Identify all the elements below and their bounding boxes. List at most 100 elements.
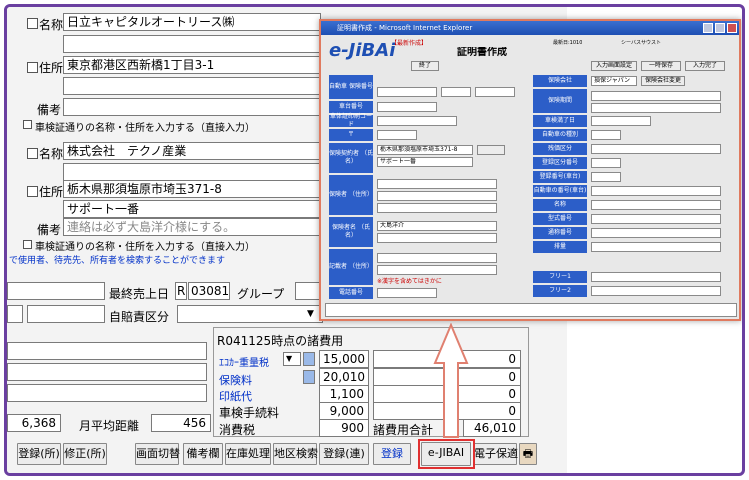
insurance-class-select[interactable] bbox=[177, 305, 323, 323]
checkbox-direct-input-1[interactable] bbox=[23, 120, 32, 129]
register-linked-button[interactable]: 登録(連) bbox=[319, 443, 369, 465]
o-insurer-field[interactable]: 損保ジャパン bbox=[591, 76, 637, 86]
fees-total-value[interactable]: 46,010 bbox=[463, 419, 521, 437]
o-period-2[interactable] bbox=[591, 103, 721, 113]
input-settings-button[interactable]: 入力画面設定 bbox=[591, 61, 637, 71]
owner-name-field[interactable]: 日立キャピタルオートリース㈱ bbox=[63, 13, 321, 31]
checkbox-owner-address[interactable] bbox=[27, 62, 38, 73]
o-bottom-field[interactable] bbox=[325, 303, 737, 317]
o-displacement[interactable] bbox=[591, 242, 721, 252]
o-field-3[interactable] bbox=[475, 87, 515, 97]
owner-note-field[interactable] bbox=[63, 98, 321, 116]
last-sale-date[interactable]: 030816 bbox=[188, 282, 230, 300]
left-field-5[interactable] bbox=[7, 363, 207, 381]
user-name-field-2[interactable] bbox=[63, 163, 321, 181]
checkbox-direct-input-2[interactable] bbox=[23, 240, 32, 249]
owner-address-field-2[interactable] bbox=[63, 77, 321, 95]
input-done-button[interactable]: 入力完了 bbox=[685, 61, 725, 71]
left-field-6[interactable] bbox=[7, 384, 207, 402]
o-regclass[interactable] bbox=[591, 158, 621, 168]
o-field-bldg[interactable]: サポート一番 bbox=[377, 157, 473, 167]
grid-icon-2[interactable] bbox=[303, 370, 315, 384]
close-icon[interactable] bbox=[727, 23, 737, 33]
fee-value-0[interactable]: 15,000 bbox=[319, 350, 369, 368]
fee-dropdown[interactable]: ▼ bbox=[283, 352, 301, 366]
register-owner-button[interactable]: 登録(所) bbox=[17, 443, 61, 465]
o-period-1[interactable] bbox=[591, 91, 721, 101]
fee-value-4[interactable]: 900 bbox=[319, 419, 369, 437]
owner-address-field[interactable]: 東京都港区西新橋1丁目3-1 bbox=[63, 56, 321, 74]
left-field-3[interactable] bbox=[27, 305, 105, 323]
o-name[interactable] bbox=[591, 200, 721, 210]
area-search-button[interactable]: 地区検索 bbox=[273, 443, 318, 465]
o-free2[interactable] bbox=[591, 286, 721, 296]
label-postal: 〒 bbox=[329, 129, 373, 141]
user-name-field[interactable]: 株式会社 テクノ産業 bbox=[63, 142, 321, 160]
o-field-phone[interactable] bbox=[377, 288, 437, 298]
fee-value-3[interactable]: 9,000 bbox=[319, 402, 369, 420]
label-insurance-no: 自動車 保険番号 bbox=[329, 75, 373, 99]
fee-label-3: 車検手続料 bbox=[219, 406, 280, 420]
insurer-change-button[interactable]: 保険会社変更 bbox=[641, 76, 685, 86]
temp-save-button[interactable]: 一時保存 bbox=[641, 61, 681, 71]
inventory-button[interactable]: 在庫処理 bbox=[225, 443, 271, 465]
printer-icon[interactable]: 🖶 bbox=[519, 443, 537, 465]
left-field-2[interactable] bbox=[7, 305, 23, 323]
o-field-10[interactable] bbox=[377, 265, 497, 275]
o-field-person[interactable]: 大島洋介 bbox=[377, 221, 497, 231]
user-address-field[interactable]: 栃木県那須塩原市埼玉371-8 bbox=[63, 180, 321, 198]
o-field-1[interactable] bbox=[377, 87, 437, 97]
fee-label-1: 保険料 bbox=[219, 374, 252, 387]
o-field-chassis[interactable] bbox=[377, 102, 437, 112]
checkbox-owner[interactable] bbox=[27, 18, 38, 29]
insurance-class-label: 自賠責区分 bbox=[109, 310, 170, 324]
o-field-5[interactable] bbox=[377, 179, 497, 189]
owner-name-field-2[interactable] bbox=[63, 35, 321, 53]
left-number-field[interactable]: 6,368 bbox=[7, 414, 61, 432]
o-field-8[interactable] bbox=[377, 233, 497, 243]
address-search-button[interactable] bbox=[477, 145, 505, 155]
o-field-postal[interactable] bbox=[377, 130, 417, 140]
left-field-1[interactable] bbox=[7, 282, 105, 300]
checkbox-user[interactable] bbox=[27, 148, 38, 159]
switch-screen-button[interactable]: 画面切替 bbox=[135, 443, 180, 465]
fee-value-2[interactable]: 1,100 bbox=[319, 385, 369, 403]
checkbox-user-address[interactable] bbox=[27, 186, 38, 197]
end-button[interactable]: 終了 bbox=[411, 61, 439, 71]
notes-button[interactable]: 備考欄 bbox=[183, 443, 223, 465]
o-free1[interactable] bbox=[591, 272, 721, 282]
monthly-distance-field[interactable]: 456 bbox=[151, 414, 211, 432]
o-regno[interactable] bbox=[591, 172, 621, 182]
label-expiry: 車検満了日 bbox=[533, 115, 587, 127]
left-field-4[interactable] bbox=[7, 342, 207, 360]
minimize-icon[interactable] bbox=[703, 23, 713, 33]
chevron-down-icon[interactable]: ▼ bbox=[307, 309, 314, 319]
o-field-9[interactable] bbox=[377, 253, 497, 263]
user-address-field-2[interactable]: サポート一番 bbox=[63, 200, 321, 218]
edit-owner-button[interactable]: 修正(所) bbox=[63, 443, 107, 465]
o-type[interactable] bbox=[591, 130, 621, 140]
fees-title: R041125時点の諸費用 bbox=[217, 334, 344, 348]
o-field-7[interactable] bbox=[377, 203, 497, 213]
fee-value-1[interactable]: 20,010 bbox=[319, 368, 369, 386]
o-residual[interactable] bbox=[591, 144, 721, 154]
electronic-insurance-button[interactable]: 電子保適 bbox=[473, 443, 518, 465]
maximize-icon[interactable] bbox=[715, 23, 725, 33]
ejibai-window: 証明書作成 - Microsoft Internet Explorer e-Ji… bbox=[319, 19, 741, 321]
o-field-address[interactable]: 栃木県那須塩原市埼玉371-8 bbox=[377, 145, 473, 155]
group-label: グループ bbox=[237, 287, 285, 301]
register-button[interactable]: 登録 bbox=[373, 443, 411, 465]
label-free1: フリー1 bbox=[533, 271, 587, 283]
o-carno[interactable] bbox=[591, 186, 721, 196]
last-sale-flag[interactable]: R bbox=[175, 282, 187, 300]
o-expiry[interactable] bbox=[591, 116, 651, 126]
o-field-print[interactable] bbox=[377, 116, 457, 126]
o-field-6[interactable] bbox=[377, 191, 497, 201]
o-model[interactable] bbox=[591, 214, 721, 224]
grid-icon[interactable] bbox=[303, 352, 315, 366]
label-chassis-no: 車台番号 bbox=[329, 101, 373, 113]
label-name: 名称 bbox=[533, 199, 587, 211]
user-note-field[interactable]: 連絡は必ず大島洋介様にする。 bbox=[63, 218, 321, 236]
o-common[interactable] bbox=[591, 228, 721, 238]
o-field-2[interactable] bbox=[441, 87, 471, 97]
